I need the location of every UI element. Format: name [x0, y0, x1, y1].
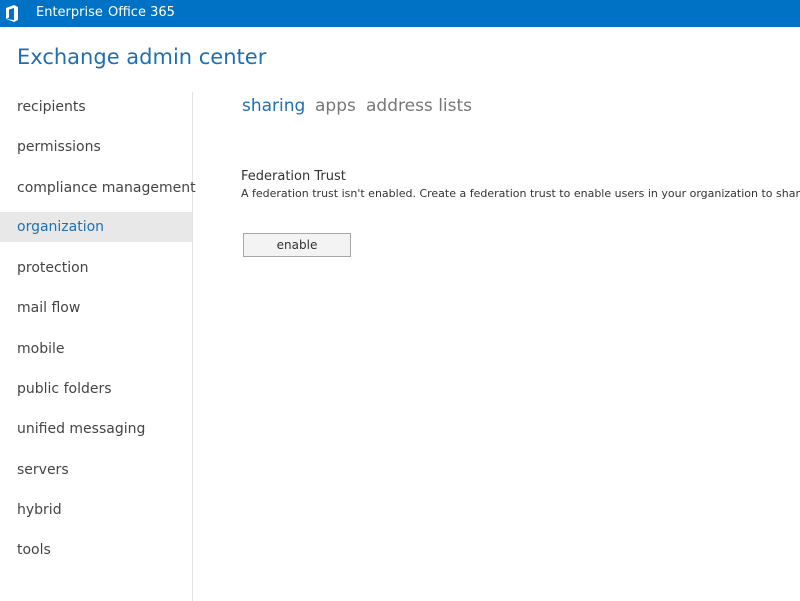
office365-link[interactable]: Office 365	[108, 5, 175, 21]
federation-trust-title: Federation Trust	[241, 169, 346, 184]
sidebar-item-unified-messaging[interactable]: unified messaging	[0, 414, 192, 444]
sidebar-item-hybrid[interactable]: hybrid	[0, 495, 192, 525]
tab-apps[interactable]: apps	[315, 94, 356, 118]
tab-address-lists[interactable]: address lists	[366, 94, 472, 118]
office-logo-icon[interactable]	[5, 5, 19, 22]
sidebar-nav: recipients permissions compliance manage…	[0, 92, 196, 601]
enterprise-link[interactable]: Enterprise	[36, 5, 103, 21]
top-bar: Enterprise Office 365	[0, 0, 800, 27]
sidebar-item-compliance-management[interactable]: compliance management	[0, 173, 196, 203]
sidebar-item-tools[interactable]: tools	[0, 535, 192, 565]
sidebar-item-organization[interactable]: organization	[0, 212, 192, 242]
sidebar-item-mail-flow[interactable]: mail flow	[0, 293, 192, 323]
tab-sharing[interactable]: sharing	[242, 94, 305, 118]
page-title: Exchange admin center	[17, 45, 267, 69]
sidebar-item-permissions[interactable]: permissions	[0, 132, 192, 162]
sidebar-item-public-folders[interactable]: public folders	[0, 374, 192, 404]
federation-trust-description: A federation trust isn't enabled. Create…	[241, 187, 800, 200]
sidebar-item-servers[interactable]: servers	[0, 455, 192, 485]
sidebar-item-protection[interactable]: protection	[0, 253, 192, 283]
enable-button[interactable]: enable	[243, 233, 351, 257]
sidebar-item-mobile[interactable]: mobile	[0, 334, 192, 364]
sidebar-item-recipients[interactable]: recipients	[0, 92, 192, 122]
